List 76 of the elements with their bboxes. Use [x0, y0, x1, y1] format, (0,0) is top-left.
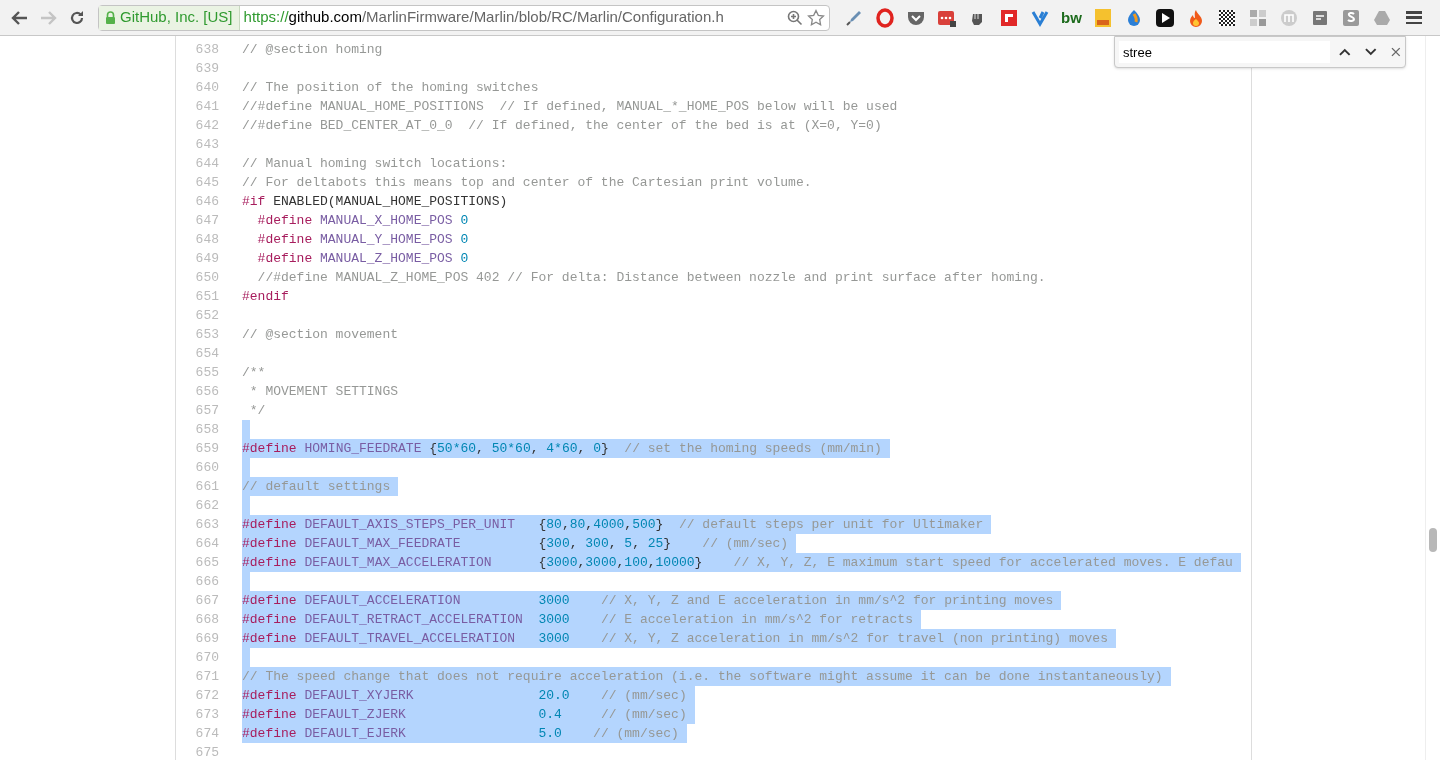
code-line: #define MANUAL_X_HOME_POS 0	[256, 212, 469, 230]
line-number: 647	[194, 212, 219, 230]
menu-icon[interactable]	[1405, 11, 1422, 24]
line-number: 672	[194, 687, 219, 705]
s-tile-icon[interactable]	[1340, 7, 1361, 28]
line-number: 650	[194, 269, 219, 287]
checkerboard-icon[interactable]	[1216, 7, 1237, 28]
play-icon[interactable]	[1154, 7, 1175, 28]
line-number: 671	[194, 668, 219, 686]
line-number: 664	[194, 535, 219, 553]
find-input-field[interactable]: stree	[1119, 41, 1331, 63]
line-number: 657	[194, 402, 219, 420]
line-number: 660	[194, 459, 219, 477]
line-number: 648	[194, 231, 219, 249]
close-icon[interactable]	[1391, 47, 1401, 57]
ring-icon[interactable]	[875, 7, 895, 28]
line-number: 666	[194, 573, 219, 591]
line-number: 663	[194, 516, 219, 534]
code-line: #define MANUAL_Z_HOME_POS 0	[256, 250, 469, 268]
url-text[interactable]: https://github.com/MarlinFirmware/Marlin/blob/RC/Marlin/Configuration.h	[239, 6, 724, 29]
scrollbar-thumb[interactable]	[1429, 528, 1437, 552]
code-line: // The position of the homing switches	[242, 79, 539, 97]
line-number: 649	[194, 250, 219, 268]
line-number: 652	[194, 307, 219, 325]
line-number: 638	[194, 41, 219, 59]
grid-tiles-icon[interactable]	[1247, 7, 1268, 28]
code-line: // Manual homing switch locations:	[242, 155, 508, 173]
line-number: 667	[194, 592, 219, 610]
code-line: //#define BED_CENTER_AT_0_0 // If defined, the center of the bed is at (X=0, Y=0)	[242, 117, 882, 135]
back-arrow-icon[interactable]	[11, 9, 29, 26]
code-line: //#define MANUAL_Z_HOME_POS 402 // For delta: Distance between nozzle and print surface after homing.	[256, 269, 1046, 287]
line-number: 675	[194, 744, 219, 760]
star-icon[interactable]	[807, 8, 825, 27]
chevron-down-icon[interactable]	[1363, 47, 1378, 57]
code-line: /**	[242, 364, 266, 382]
line-number: 644	[194, 155, 219, 173]
zoom-icon[interactable]	[787, 9, 803, 26]
line-number: 658	[194, 421, 219, 439]
line-number: 643	[194, 136, 219, 154]
line-number: 654	[194, 345, 219, 363]
line-number: 668	[194, 611, 219, 629]
tile-icon[interactable]	[1092, 7, 1113, 28]
line-number: 669	[194, 630, 219, 648]
line-number: 659	[194, 440, 219, 458]
line-number: 656	[194, 383, 219, 401]
code-line: * MOVEMENT SETTINGS	[248, 383, 399, 401]
line-number: 662	[194, 497, 219, 515]
extension-button[interactable]: bw	[1061, 10, 1082, 25]
code-line: // @section movement	[242, 326, 399, 344]
line-number: 651	[194, 288, 219, 306]
address-bar[interactable]: GitHub, Inc. [US] https://github.com/MarlinFirmware/Marlin/blob/RC/Marlin/Configuration.h	[98, 4, 830, 31]
chevron-up-icon[interactable]	[1338, 47, 1352, 57]
reload-icon[interactable]	[69, 9, 85, 26]
code-line: #define MANUAL_Y_HOME_POS 0	[256, 231, 469, 249]
line-number: 653	[194, 326, 219, 344]
line-number: 673	[194, 706, 219, 724]
line-number: 642	[194, 117, 219, 135]
code-line: #if ENABLED(MANUAL_HOME_POSITIONS)	[242, 193, 508, 211]
code-line: */	[248, 402, 266, 420]
lock-icon	[105, 11, 116, 24]
line-number: 670	[194, 649, 219, 667]
code-line: //#define MANUAL_HOME_POSITIONS // If defined, MANUAL_*_HOME_POS below will be used	[242, 98, 898, 116]
square-flag-icon[interactable]	[999, 7, 1019, 28]
line-number: 645	[194, 174, 219, 192]
line-number: 639	[194, 60, 219, 78]
line-number: 655	[194, 364, 219, 382]
line-number: 674	[194, 725, 219, 743]
identity-label: GitHub, Inc. [US]	[120, 7, 233, 28]
line-number: 661	[194, 478, 219, 496]
line-number: 646	[194, 193, 219, 211]
code-line: // @section homing	[242, 41, 383, 59]
code-line: #endif	[242, 288, 289, 306]
line-number: 640	[194, 79, 219, 97]
line-number: 641	[194, 98, 219, 116]
code-line: // For deltabots this means top and center of the Cartesian print volume.	[242, 174, 812, 192]
line-number: 665	[194, 554, 219, 572]
